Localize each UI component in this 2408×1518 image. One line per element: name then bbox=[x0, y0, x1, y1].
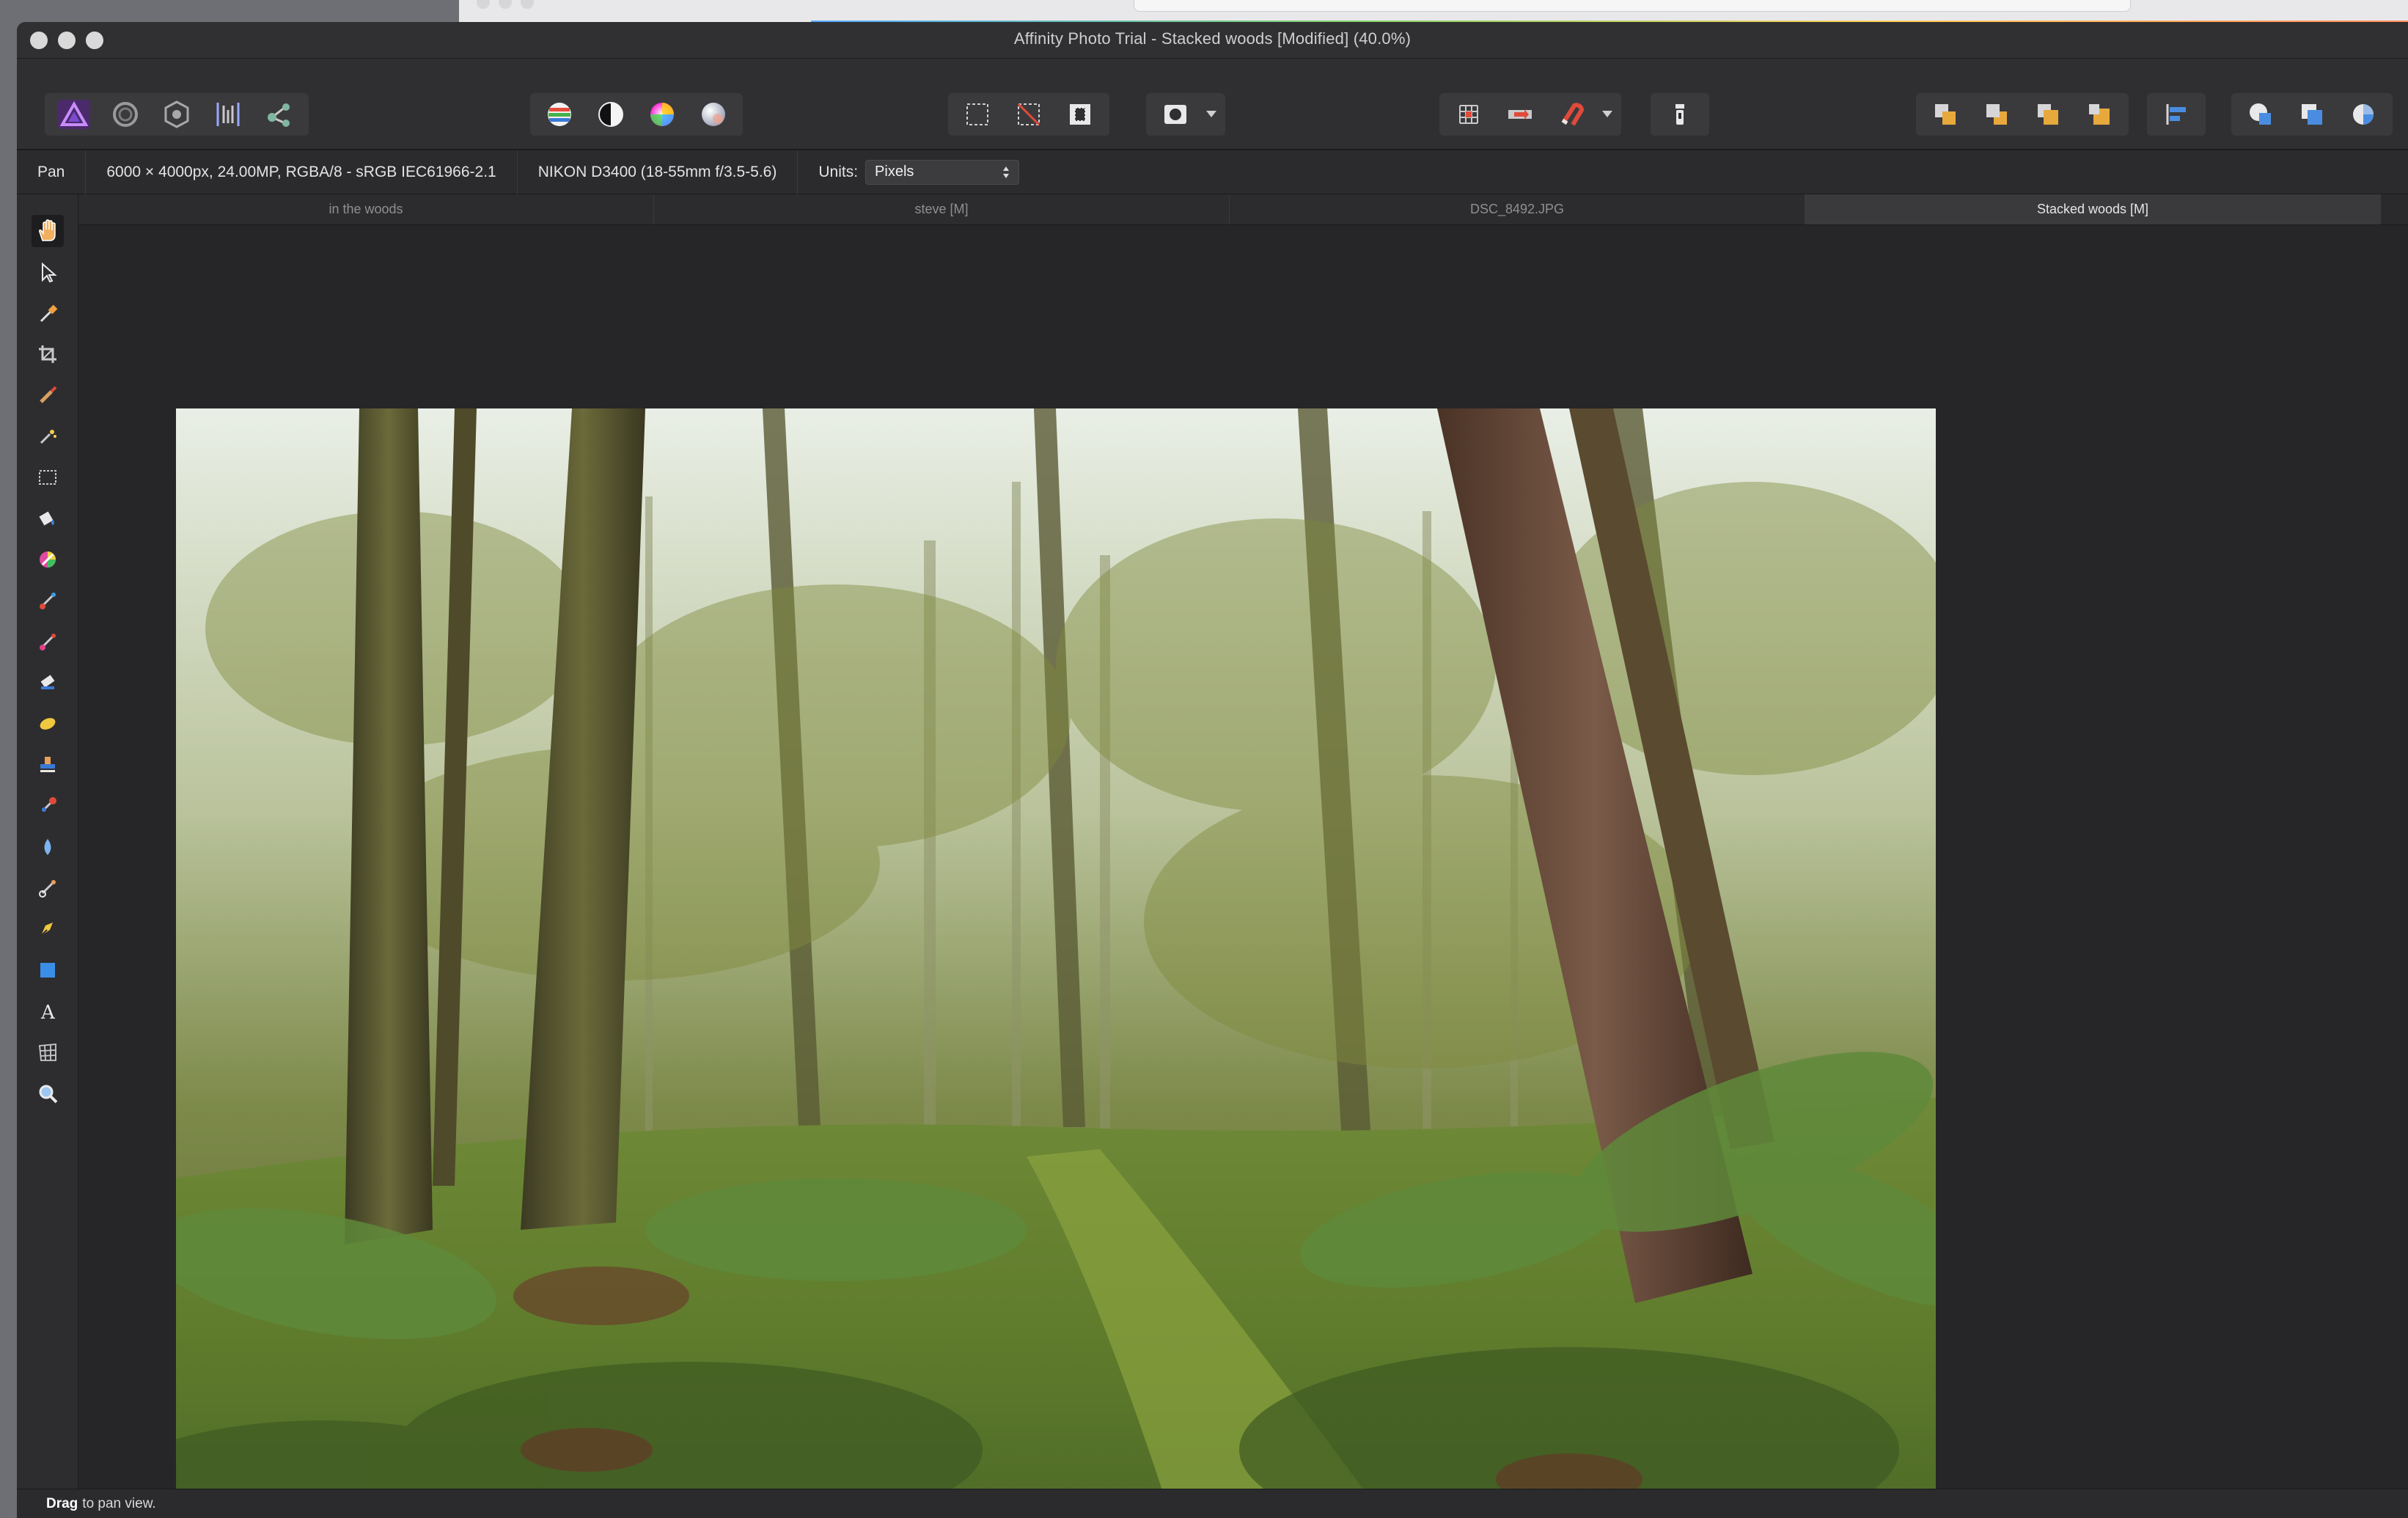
canvas-area[interactable] bbox=[78, 225, 2408, 1518]
crop-icon[interactable] bbox=[32, 338, 64, 370]
browser-url-bar bbox=[1134, 0, 2131, 12]
affinity-photo-window: Affinity Photo Trial - Stacked woods [Mo… bbox=[17, 22, 2408, 1518]
current-tool-label: Pan bbox=[17, 150, 87, 194]
auto-adjust-group bbox=[530, 93, 743, 136]
arrange-group bbox=[1916, 93, 2129, 136]
units-select[interactable]: Pixels bbox=[865, 159, 1020, 185]
rectangle-icon[interactable] bbox=[32, 954, 64, 986]
erase-brush-icon[interactable] bbox=[32, 667, 64, 699]
quick-mask-group bbox=[1146, 93, 1225, 136]
selection-group bbox=[948, 93, 1109, 136]
marquee-icon[interactable] bbox=[32, 461, 64, 494]
snapping-icon[interactable] bbox=[1548, 96, 1595, 133]
add-icon[interactable] bbox=[2237, 96, 2284, 133]
title-bar: Affinity Photo Trial - Stacked woods [Mo… bbox=[17, 22, 2408, 59]
export-persona-icon[interactable] bbox=[256, 96, 303, 133]
blur-brush-icon[interactable] bbox=[32, 831, 64, 863]
move-to-front-icon[interactable] bbox=[2076, 96, 2123, 133]
auto-white-balance-icon[interactable] bbox=[690, 96, 737, 133]
select-all-icon[interactable] bbox=[954, 96, 1001, 133]
context-toggle-group bbox=[1651, 93, 1709, 136]
tone-mapping-persona-icon[interactable] bbox=[205, 96, 252, 133]
mesh-warp-icon[interactable] bbox=[32, 1036, 64, 1068]
quick-mask-icon[interactable] bbox=[1152, 96, 1199, 133]
snapping-dropdown-icon[interactable] bbox=[1599, 96, 1615, 133]
background-browser-window bbox=[459, 0, 2408, 23]
status-hint-text: to pan view. bbox=[82, 1495, 156, 1511]
units-value: Pixels bbox=[875, 164, 914, 180]
auto-contrast-icon[interactable] bbox=[587, 96, 634, 133]
move-back-icon[interactable] bbox=[1922, 96, 1969, 133]
align-group bbox=[2147, 93, 2206, 136]
align-icon[interactable] bbox=[2153, 96, 2200, 133]
document-info: 6000 × 4000px, 24.00MP, RGBA/8 - sRGB IE… bbox=[86, 150, 518, 194]
text-icon[interactable]: A bbox=[32, 995, 64, 1027]
forest-photo[interactable] bbox=[176, 408, 1936, 1518]
color-picker-icon[interactable] bbox=[32, 297, 64, 329]
dodge-brush-icon[interactable] bbox=[32, 708, 64, 740]
hand-icon[interactable] bbox=[32, 215, 64, 247]
context-toolbar: Pan 6000 × 4000px, 24.00MP, RGBA/8 - sRG… bbox=[17, 150, 2408, 194]
tab-in-the-woods[interactable]: in the woods bbox=[78, 194, 654, 224]
selection-brush-icon[interactable] bbox=[32, 379, 64, 411]
healing-brush-icon[interactable] bbox=[32, 790, 64, 822]
photo-persona-icon[interactable] bbox=[51, 96, 98, 133]
tab-dsc-8492[interactable]: DSC_8492.JPG bbox=[1230, 194, 1805, 224]
subtract-icon[interactable] bbox=[2288, 96, 2335, 133]
auto-levels-icon[interactable] bbox=[536, 96, 583, 133]
select-stepper-icon bbox=[1003, 166, 1010, 178]
paint-brush-icon[interactable] bbox=[32, 584, 64, 617]
develop-persona-icon[interactable] bbox=[153, 96, 200, 133]
deselect-icon[interactable] bbox=[1005, 96, 1052, 133]
flashlight-icon[interactable] bbox=[1656, 96, 1703, 133]
gradient-icon[interactable] bbox=[32, 543, 64, 576]
persona-group bbox=[45, 93, 309, 136]
invert-selection-icon[interactable] bbox=[1057, 96, 1104, 133]
units-label: Units: bbox=[818, 163, 859, 180]
svg-text:A: A bbox=[40, 1002, 56, 1022]
intersect-icon[interactable] bbox=[2340, 96, 2387, 133]
status-hint-bold: Drag bbox=[46, 1495, 78, 1511]
camera-info: NIKON D3400 (18-55mm f/3.5-5.6) bbox=[518, 150, 799, 194]
quick-mask-dropdown-icon[interactable] bbox=[1203, 96, 1219, 133]
move-forward-icon[interactable] bbox=[1973, 96, 2020, 133]
smudge-brush-icon[interactable] bbox=[32, 872, 64, 904]
assistant-icon[interactable] bbox=[1497, 96, 1543, 133]
auto-colors-icon[interactable] bbox=[639, 96, 686, 133]
tools-panel: A bbox=[17, 194, 78, 1489]
move-tool-icon[interactable] bbox=[32, 256, 64, 288]
tab-steve[interactable]: steve [M] bbox=[654, 194, 1230, 224]
liquify-persona-icon[interactable] bbox=[102, 96, 149, 133]
tab-stacked-woods[interactable]: Stacked woods [M] bbox=[1805, 194, 2381, 224]
window-title: Affinity Photo Trial - Stacked woods [Mo… bbox=[1013, 29, 1412, 48]
boolean-group bbox=[2231, 93, 2393, 136]
flood-fill-icon[interactable] bbox=[32, 502, 64, 535]
browser-traffic-lights bbox=[477, 0, 543, 12]
grid-icon[interactable] bbox=[1445, 96, 1492, 133]
flood-select-icon[interactable] bbox=[32, 420, 64, 452]
main-toolbar bbox=[17, 59, 2408, 150]
zoom-icon[interactable] bbox=[32, 1077, 64, 1110]
color-replacement-brush-icon[interactable] bbox=[32, 626, 64, 658]
pen-icon[interactable] bbox=[32, 913, 64, 945]
move-to-back-icon[interactable] bbox=[2025, 96, 2071, 133]
document-tabs: in the woods steve [M] DSC_8492.JPG Stac… bbox=[78, 194, 2408, 225]
clone-brush-icon[interactable] bbox=[32, 749, 64, 781]
status-bar: Drag to pan view. bbox=[17, 1489, 2408, 1518]
snapping-group bbox=[1439, 93, 1621, 136]
